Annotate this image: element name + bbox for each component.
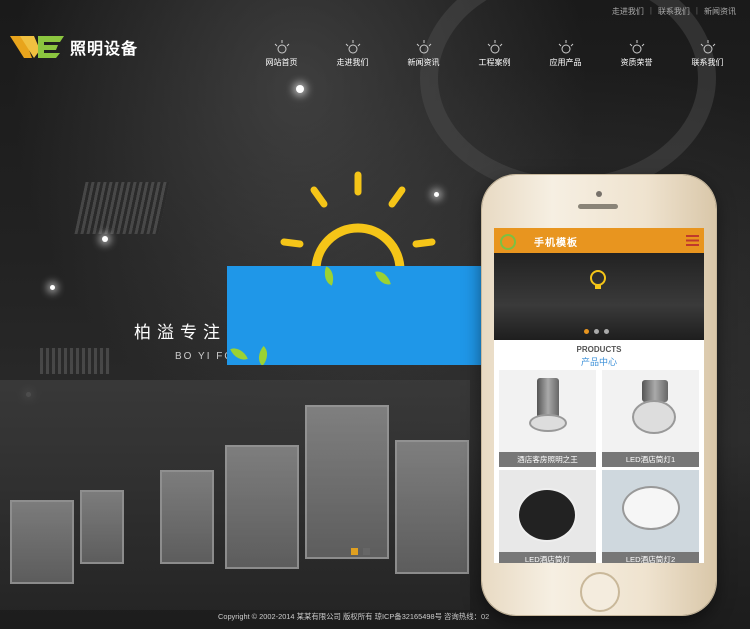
product-name: LED酒店筒灯 (499, 552, 596, 563)
mobile-header-title: 手机模板 (534, 238, 578, 249)
leaf-decoration (375, 268, 391, 288)
top-link-about[interactable]: 走进我们 (612, 6, 644, 17)
menu-icon[interactable] (686, 235, 699, 246)
ceiling-spot (50, 285, 55, 290)
nav-item-home[interactable]: 网站首页 (246, 40, 317, 68)
nav-label: 走进我们 (336, 58, 369, 67)
mobile-logo-icon[interactable] (500, 234, 516, 250)
phone-mockup: 手机模板 PRODUCTS 产品中心 酒店客房照明之王 LED酒店筒灯1 LED… (482, 175, 716, 615)
display-panel (10, 500, 74, 584)
top-link-news[interactable]: 新闻资讯 (704, 6, 736, 17)
lamp-icon (274, 40, 289, 54)
phone-speaker (578, 204, 618, 209)
main-nav: 网站首页 走进我们 新闻资讯 工程案例 应用产品 资质荣誉 联系我们 (246, 40, 743, 68)
top-links: 走进我们 | 联系我们 | 新闻资讯 (612, 6, 736, 17)
nav-label: 工程案例 (478, 58, 511, 67)
nav-item-products[interactable]: 应用产品 (530, 40, 601, 68)
product-name: LED酒店筒灯1 (602, 452, 699, 467)
site-logo[interactable]: 照明设备 (10, 32, 138, 62)
slider-dot[interactable] (363, 548, 370, 555)
nav-label: 应用产品 (549, 58, 582, 67)
ceiling-vent (74, 182, 170, 234)
leaf-decoration (230, 344, 248, 364)
nav-item-about[interactable]: 走进我们 (317, 40, 388, 68)
product-image (499, 370, 596, 452)
home-button[interactable] (580, 572, 620, 612)
nav-item-cases[interactable]: 工程案例 (459, 40, 530, 68)
lamp-icon (416, 40, 431, 54)
ceiling-vent (40, 348, 110, 374)
product-card[interactable]: LED酒店筒灯 (499, 470, 596, 563)
product-image (499, 470, 596, 552)
lamp-icon (487, 40, 502, 54)
display-panel (160, 470, 214, 564)
leaf-decoration (253, 346, 273, 365)
logo-mark-icon (10, 36, 64, 58)
product-image (602, 470, 699, 552)
mobile-screen: 手机模板 PRODUCTS 产品中心 酒店客房照明之王 LED酒店筒灯1 LED… (494, 228, 704, 563)
nav-label: 资质荣誉 (620, 58, 653, 67)
product-card[interactable]: LED酒店筒灯2 (602, 470, 699, 563)
lamp-icon (700, 40, 715, 54)
display-panel (395, 440, 469, 574)
ceiling-spot (296, 85, 304, 93)
product-image (602, 370, 699, 452)
products-heading-zh: 产品中心 (580, 357, 617, 367)
mobile-slider-dots[interactable] (584, 329, 609, 334)
top-link-contact[interactable]: 联系我们 (658, 6, 690, 17)
products-heading-en: PRODUCTS (576, 345, 622, 354)
logo-text: 照明设备 (70, 41, 139, 58)
copyright-text: Copyright © 2002-2014 某某有限公司 版权所有 琼ICP备3… (218, 612, 490, 621)
display-panel (305, 405, 389, 559)
phone-camera (596, 191, 602, 197)
divider: | (649, 6, 652, 15)
slider-dot-active[interactable] (351, 548, 358, 555)
lamp-icon (345, 40, 360, 54)
display-panel (225, 445, 299, 569)
ceiling-spot (102, 236, 108, 242)
leaf-decoration (320, 266, 338, 286)
divider: | (695, 6, 698, 15)
display-panel (80, 490, 124, 564)
nav-item-news[interactable]: 新闻资讯 (388, 40, 459, 68)
nav-label: 联系我们 (691, 58, 724, 67)
hero-slogan-en: BO YI FO (175, 351, 235, 362)
product-card[interactable]: LED酒店筒灯1 (602, 370, 699, 468)
product-name: LED酒店筒灯2 (602, 552, 699, 563)
product-card[interactable]: 酒店客房照明之王 (499, 370, 596, 468)
lamp-icon (558, 40, 573, 54)
bulb-icon (590, 270, 606, 289)
nav-label: 新闻资讯 (407, 58, 440, 67)
nav-item-contact[interactable]: 联系我们 (672, 40, 743, 68)
nav-label: 网站首页 (265, 58, 298, 67)
ceiling-arc (420, 0, 716, 196)
lamp-icon (629, 40, 644, 54)
product-name: 酒店客房照明之王 (499, 452, 596, 467)
hero-slogan: 柏溢专注 (134, 323, 226, 342)
mobile-header: 手机模板 (494, 228, 704, 253)
nav-item-honors[interactable]: 资质荣誉 (601, 40, 672, 68)
mobile-banner[interactable] (494, 253, 704, 340)
